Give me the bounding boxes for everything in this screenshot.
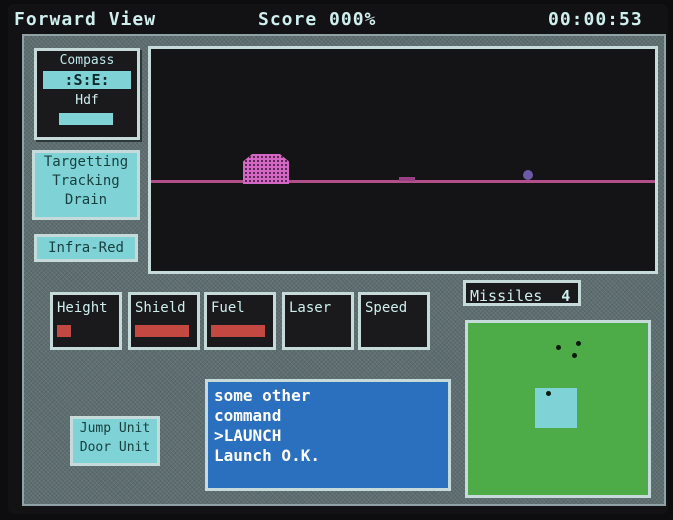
targeting-line: Targetting	[43, 154, 129, 170]
fuel-gauge: Fuel	[204, 292, 276, 350]
compass-subtitle: Hdf	[75, 93, 99, 108]
radar-contact	[572, 353, 577, 358]
console-line: Launch O.K.	[214, 446, 320, 465]
gauge-label: Fuel	[211, 300, 245, 316]
compass-indicator	[59, 113, 113, 125]
console-line: >LAUNCH	[214, 426, 282, 445]
view-label: Forward View	[14, 9, 157, 30]
score-label: Score 000%	[258, 9, 377, 30]
speed-gauge: Speed	[358, 292, 430, 350]
door-unit-button[interactable]: Door Unit	[73, 438, 157, 457]
console-line: command	[214, 406, 282, 425]
command-console[interactable]: some other command >LAUNCH Launch O.K.	[205, 379, 451, 491]
tracking-line: Tracking	[52, 173, 120, 189]
laser-gauge: Laser	[282, 292, 354, 350]
unit-selector[interactable]: Jump Unit Door Unit	[70, 416, 160, 466]
console-line: some other	[214, 386, 311, 405]
mission-clock: 00:00:53	[548, 9, 643, 30]
gauge-bar	[57, 325, 71, 337]
drain-line: Drain	[64, 192, 108, 208]
compass-heading: :S:E:	[43, 71, 131, 89]
gauge-bar	[211, 325, 265, 337]
compass-title: Compass	[59, 53, 115, 68]
missiles-label: Missiles	[470, 287, 543, 305]
gauge-label: Speed	[365, 300, 408, 316]
enemy-target	[243, 154, 289, 184]
radar-contact	[546, 391, 551, 396]
missiles-counter: Missiles 4	[463, 280, 581, 306]
infrared-button[interactable]: Infra-Red	[34, 234, 138, 262]
radar-contact	[576, 341, 581, 346]
status-header: Forward View Score 000% 00:00:53	[8, 4, 668, 34]
gauge-label: Shield	[135, 300, 186, 316]
distant-object	[399, 177, 415, 181]
player-zone	[535, 388, 577, 428]
jump-unit-button[interactable]: Jump Unit	[73, 419, 157, 438]
gauge-bar	[135, 325, 189, 337]
compass-panel: Compass :S:E: Hdf	[34, 48, 140, 140]
height-gauge: Height	[50, 292, 122, 350]
targeting-panel[interactable]: Targetting Tracking Drain	[32, 150, 140, 220]
distant-object	[523, 170, 533, 180]
forward-viewport	[148, 46, 658, 274]
gauge-label: Height	[57, 300, 108, 316]
radar-contact	[556, 345, 561, 350]
shield-gauge: Shield	[128, 292, 200, 350]
missiles-count: 4	[561, 287, 571, 305]
radar-map	[465, 320, 651, 498]
gauge-label: Laser	[289, 300, 332, 316]
